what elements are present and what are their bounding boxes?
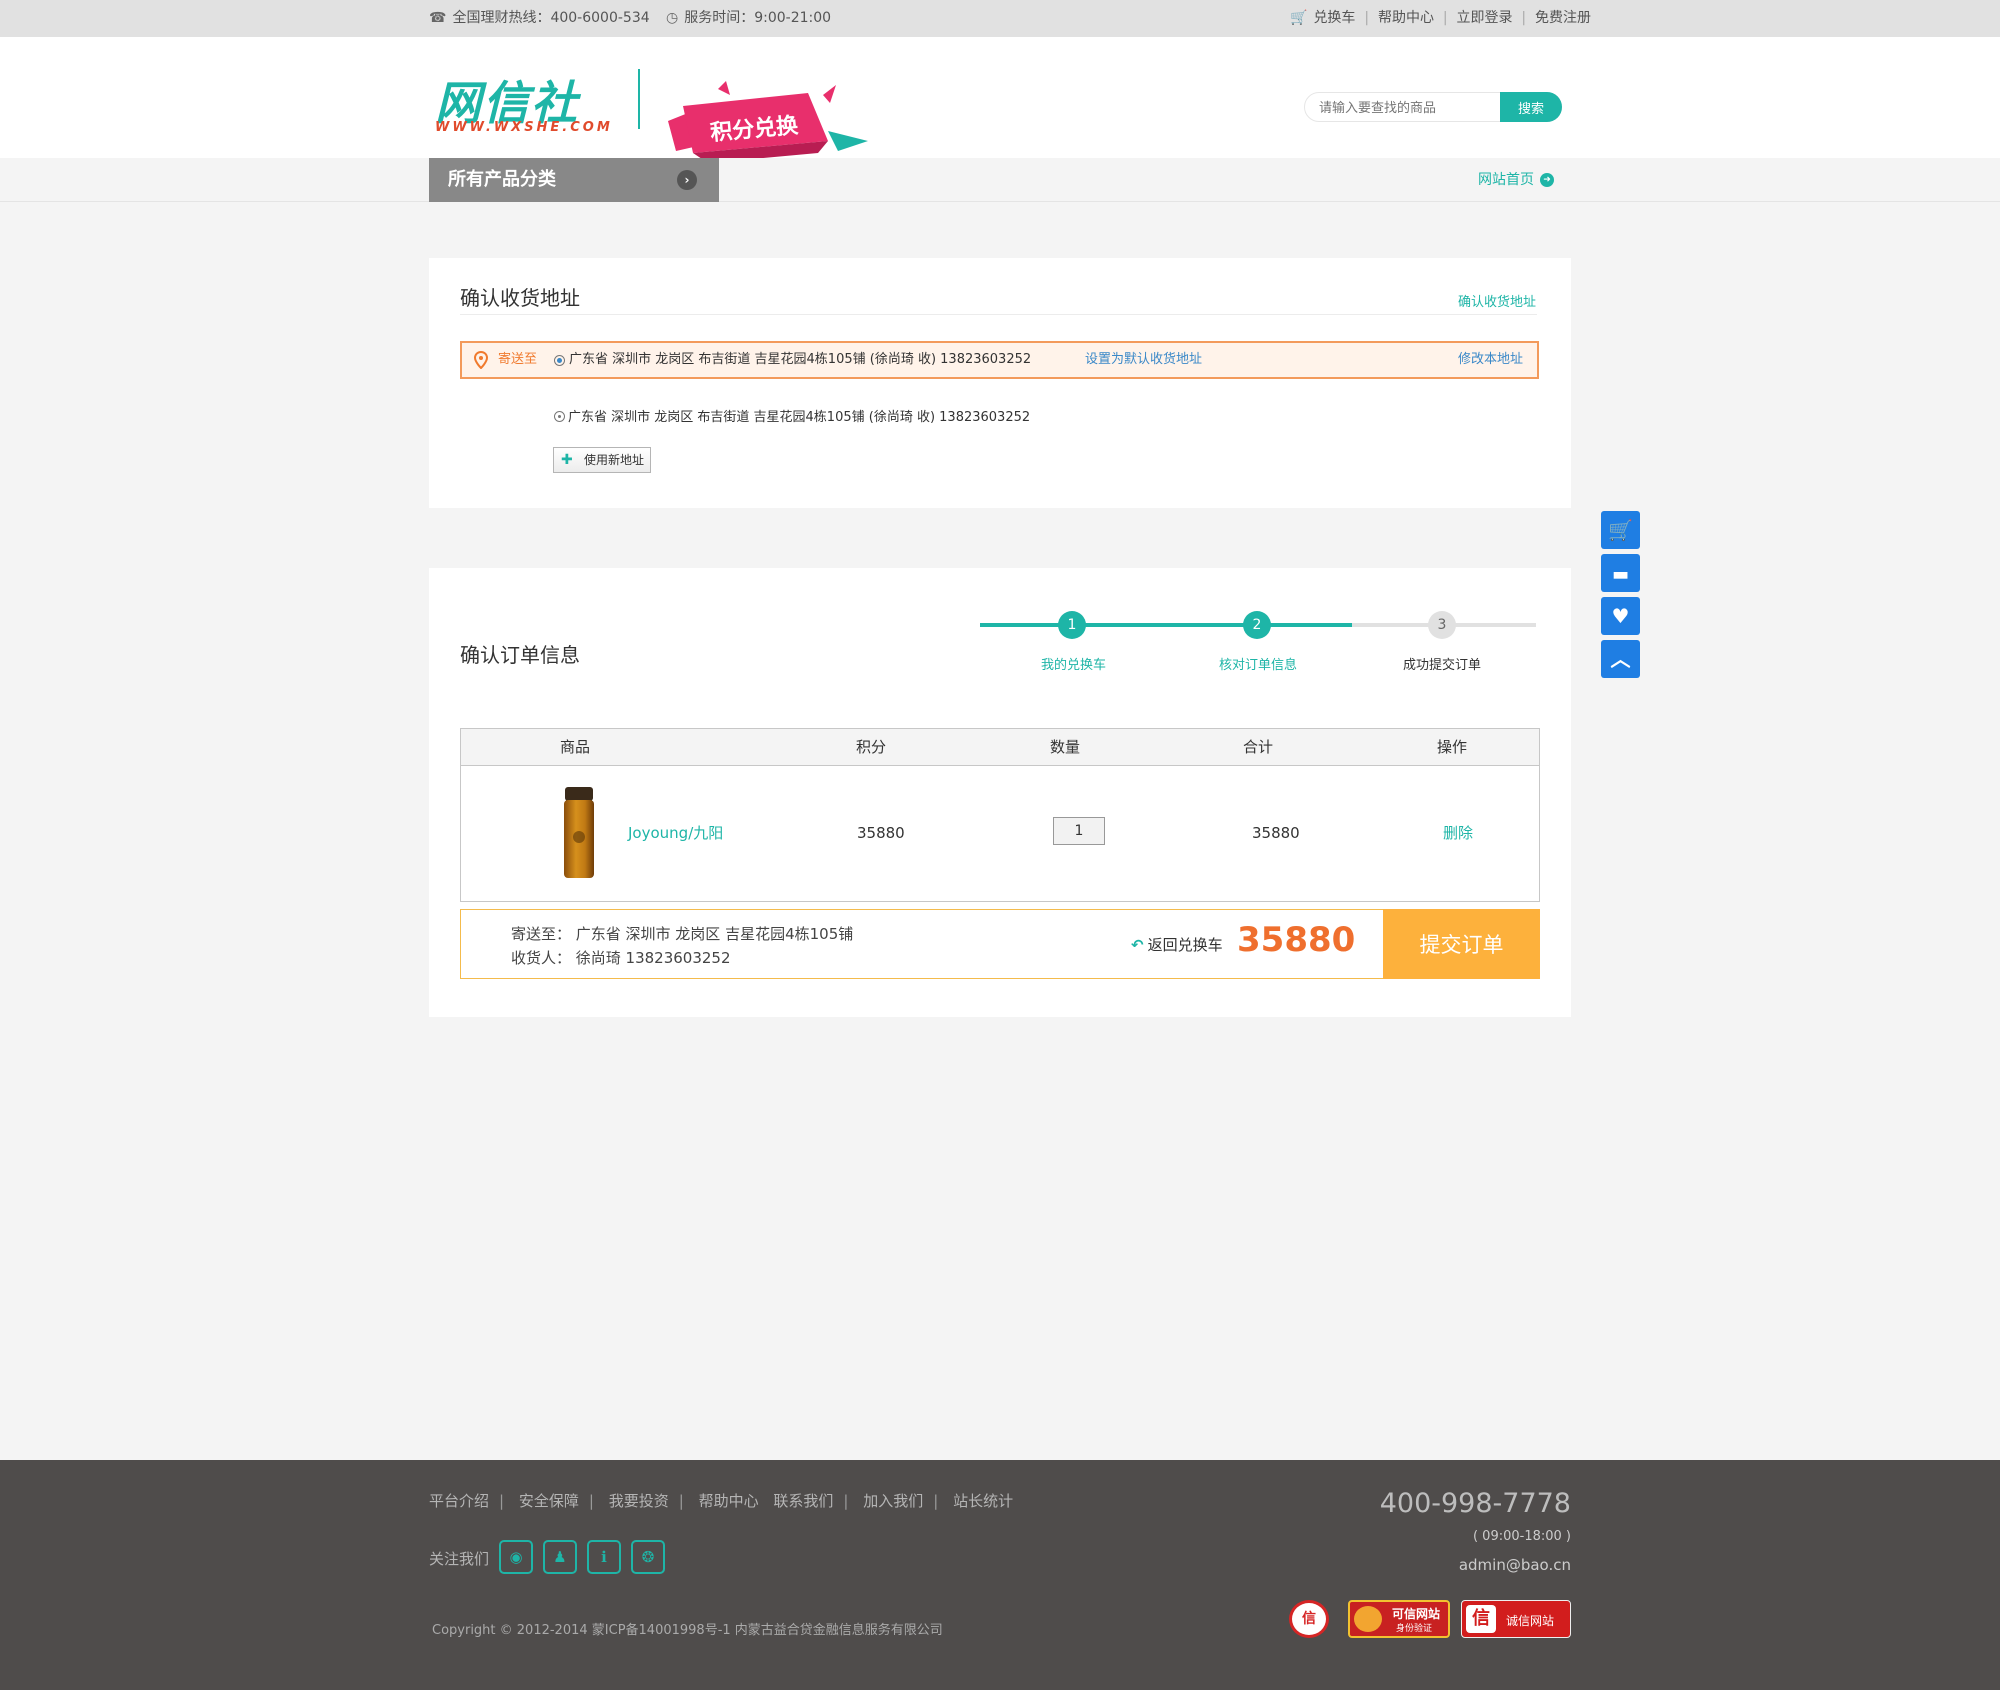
logo-divider (638, 69, 640, 129)
top-link-login[interactable]: 立即登录 (1457, 10, 1513, 26)
top-links: 🛒 兑换车 | 帮助中心 | 立即登录 | 免费注册 (1290, 0, 1591, 37)
col-header-product: 商品 (559, 738, 590, 756)
send-to-label: 寄送至 (498, 352, 538, 367)
confirm-address-link[interactable]: 确认收货地址 (1458, 291, 1536, 310)
tencent-weibo-icon[interactable]: ℹ (587, 1540, 621, 1574)
col-header-points: 积分 (855, 738, 886, 756)
top-bar: ☎ 全国理财热线：400-6000-534 ◷ 服务时间：9:00-21:00 🛒 兑… (0, 0, 2000, 37)
order-total: 35880 (1237, 920, 1356, 960)
search-bar: 搜索 (1304, 92, 1562, 122)
weibo-icon[interactable]: ◉ (499, 1540, 533, 1574)
chevron-up-icon: ︿ (1610, 647, 1631, 671)
wechat-icon[interactable]: ❂ (631, 1540, 665, 1574)
delete-item-link[interactable]: 删除 (1443, 823, 1473, 843)
footer-email[interactable]: admin@bao.cn (1459, 1556, 1571, 1574)
site-header: 网信社 WWW.WXSHE.COM 积分兑换 搜索 (0, 37, 2000, 163)
follow-us-label: 关注我们 (429, 1550, 490, 1568)
search-input[interactable] (1319, 98, 1489, 118)
footer-links: 平台介绍 | 安全保障 | 我要投资 | 帮助中心 联系我们 | 加入我们 | 站长统计 (429, 1492, 1014, 1510)
float-favorite-button[interactable]: ♥ (1601, 597, 1640, 635)
plus-icon: ✚ (561, 452, 573, 468)
alternate-address-row[interactable]: 广东省 深圳市 龙岗区 布吉街道 吉星花园4栋105铺 (徐尚琦 收) 1382… (554, 406, 1030, 425)
col-header-action: 操作 (1436, 738, 1467, 756)
address-radio[interactable] (554, 411, 565, 422)
alternate-address-text: 广东省 深圳市 龙岗区 布吉街道 吉星花园4栋105铺 (徐尚琦 收) 1382… (568, 410, 1031, 425)
chevron-right-icon: › (677, 170, 697, 190)
footer-link-security[interactable]: 安全保障 (519, 1492, 579, 1510)
search-button[interactable]: 搜索 (1500, 92, 1562, 122)
cart-icon: 🛒 (1608, 518, 1633, 542)
selected-address-text: 广东省 深圳市 龙岗区 布吉街道 吉星花园4栋105铺 (徐尚琦 收) 1382… (569, 352, 1032, 367)
order-summary: 寄送至： 广东省 深圳市 龙岗区 吉星花园4栋105铺 收货人： 徐尚琦 138… (460, 909, 1540, 979)
cart-icon: 🛒 (1290, 10, 1308, 26)
arrow-right-icon: ➜ (1540, 173, 1554, 187)
submit-order-button[interactable]: 提交订单 (1383, 909, 1540, 979)
selected-address-row[interactable]: 寄送至 广东省 深圳市 龙岗区 布吉街道 吉星花园4栋105铺 (徐尚琦 收) … (460, 341, 1539, 379)
step-label-verify: 核对订单信息 (1219, 658, 1298, 673)
footer-phone: 400-998-7778 (1379, 1488, 1571, 1519)
trusted-site-logo-icon (1354, 1606, 1382, 1632)
product-name-link[interactable]: Joyoung/九阳 (628, 823, 723, 843)
address-title: 确认收货地址 (460, 286, 580, 310)
use-new-address-button[interactable]: ✚ 使用新地址 (553, 447, 651, 473)
copyright: Copyright © 2012-2014 蒙ICP备14001998号-1 内… (432, 1623, 943, 1638)
col-header-total: 合计 (1242, 738, 1273, 756)
modify-address-link[interactable]: 修改本地址 (1458, 343, 1523, 377)
site-logo-url: WWW.WXSHE.COM (435, 120, 613, 135)
address-radio-selected[interactable] (554, 355, 565, 366)
hotline: ☎ 全国理财热线：400-6000-534 (429, 0, 650, 37)
clock-icon: ◷ (666, 10, 679, 26)
step-label-cart: 我的兑换车 (1041, 658, 1107, 673)
step-circle-1: 1 (1058, 611, 1086, 639)
table-header: 商品 积分 数量 合计 操作 (461, 729, 1539, 766)
footer-link-about[interactable]: 平台介绍 (429, 1492, 489, 1510)
step-circle-3: 3 (1428, 611, 1456, 639)
product-thumbnail[interactable] (561, 785, 597, 881)
float-back-to-top-button[interactable]: ︿ (1601, 640, 1640, 678)
chat-bubble-icon: ▬ (1611, 564, 1629, 585)
trusted-site-badge[interactable]: 可信网站 身份验证 (1348, 1600, 1450, 1638)
top-link-register[interactable]: 免费注册 (1535, 10, 1591, 26)
address-panel: 确认收货地址 确认收货地址 寄送至 广东省 深圳市 龙岗区 布吉街道 吉星花园4… (429, 258, 1571, 508)
footer-link-stats[interactable]: 站长统计 (953, 1492, 1013, 1510)
trust-seal-icon[interactable]: 信 (1289, 1600, 1329, 1638)
return-arrow-icon: ↶ (1131, 936, 1144, 954)
top-link-cart[interactable]: 兑换车 (1313, 10, 1355, 26)
product-points: 35880 (857, 824, 905, 842)
quantity-input[interactable] (1053, 817, 1105, 845)
top-link-help[interactable]: 帮助中心 (1378, 10, 1434, 26)
footer-link-help[interactable]: 帮助中心 (699, 1492, 759, 1510)
qq-icon[interactable]: ♟ (543, 1540, 577, 1574)
summary-send-to: 寄送至： 广东省 深圳市 龙岗区 吉星花园4栋105铺 (511, 925, 854, 943)
set-default-address-link[interactable]: 设置为默认收货地址 (1085, 343, 1202, 377)
summary-receiver: 收货人： 徐尚琦 13823603252 (511, 949, 731, 967)
credible-site-badge[interactable]: 信 诚信网站 (1461, 1600, 1571, 1638)
phone-icon: ☎ (429, 10, 447, 26)
heart-icon: ♥ (1611, 604, 1630, 628)
product-subtotal: 35880 (1252, 824, 1300, 842)
all-categories-menu[interactable]: 所有产品分类 › (429, 158, 719, 202)
progress-line-done (980, 623, 1352, 627)
main-nav: 所有产品分类 › 网站首页 ➜ (0, 158, 2000, 202)
service-time: ◷ 服务时间：9:00-21:00 (666, 0, 831, 37)
divider (460, 314, 1537, 315)
float-cart-button[interactable]: 🛒 (1601, 511, 1640, 549)
step-label-submitted: 成功提交订单 (1403, 658, 1482, 673)
step-circle-2: 2 (1243, 611, 1271, 639)
footer-hours: ( 09:00-18:00 ) (1472, 1529, 1571, 1544)
float-chat-button[interactable]: ▬ (1601, 554, 1640, 592)
home-link[interactable]: 网站首页 ➜ (1478, 158, 1554, 202)
footer-link-contact[interactable]: 联系我们 (773, 1492, 833, 1510)
col-header-quantity: 数量 (1049, 738, 1080, 756)
order-table: 商品 积分 数量 合计 操作 Joyoung/九阳 35880 35880 删除 (460, 728, 1540, 902)
site-footer: 平台介绍 | 安全保障 | 我要投资 | 帮助中心 联系我们 | 加入我们 | 站长统计 … (0, 1460, 2000, 1690)
order-title: 确认订单信息 (460, 643, 580, 667)
location-pin-icon (474, 351, 488, 369)
back-to-cart-link[interactable]: ↶ 返回兑换车 (1131, 934, 1223, 955)
order-panel: 确认订单信息 1 2 3 我的兑换车 核对订单信息 成功提交订单 商品 积分 数… (429, 568, 1571, 1017)
credible-site-logo-icon: 信 (1466, 1605, 1496, 1633)
footer-link-invest[interactable]: 我要投资 (609, 1492, 669, 1510)
footer-link-join[interactable]: 加入我们 (863, 1492, 923, 1510)
